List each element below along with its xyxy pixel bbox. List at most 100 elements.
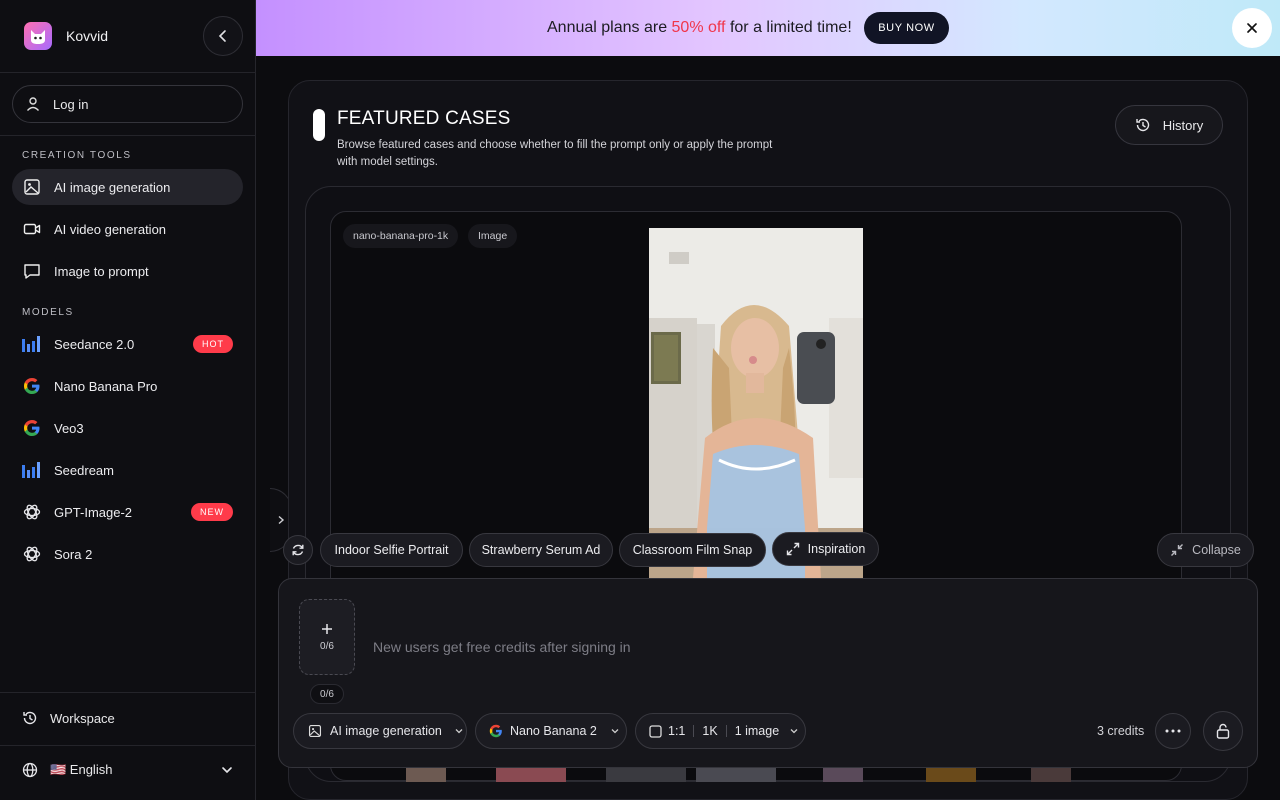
google-icon bbox=[489, 724, 502, 738]
sidebar-item-label: Image to prompt bbox=[54, 263, 149, 279]
openai-icon bbox=[22, 502, 42, 522]
sidebar-item-nano-banana-pro[interactable]: Nano Banana Pro bbox=[12, 368, 243, 404]
promo-text-start: Annual plans are bbox=[547, 19, 672, 36]
chat-icon bbox=[22, 261, 42, 281]
case-preview-image bbox=[649, 228, 863, 578]
case-chip-strawberry-serum[interactable]: Strawberry Serum Ad bbox=[469, 533, 613, 567]
hot-badge: HOT bbox=[193, 335, 233, 353]
sidebar-item-sora-2[interactable]: Sora 2 bbox=[12, 536, 243, 572]
history-icon bbox=[23, 711, 37, 725]
expand-icon bbox=[786, 542, 799, 556]
buy-now-button[interactable]: BUY NOW bbox=[864, 12, 949, 44]
collapse-button[interactable]: Collapse bbox=[1157, 533, 1254, 567]
sidebar-item-label: GPT-Image-2 bbox=[54, 504, 133, 520]
more-icon bbox=[1165, 729, 1181, 733]
workspace-label: Workspace bbox=[50, 710, 115, 726]
brand-name: Kovvid bbox=[66, 28, 109, 44]
collapse-icon bbox=[1171, 544, 1184, 556]
sidebar-item-veo3[interactable]: Veo3 bbox=[12, 410, 243, 446]
chevron-right-icon bbox=[278, 515, 284, 525]
cat-logo-icon bbox=[24, 22, 52, 50]
plus-icon bbox=[322, 623, 332, 634]
page-title: FEATURED CASES bbox=[337, 108, 511, 129]
language-selector[interactable]: 🇺🇸 English bbox=[22, 762, 234, 778]
chevron-left-icon bbox=[218, 30, 226, 42]
sidebar: Kovvid Log in CREATION TOOLS AI image ge… bbox=[0, 0, 256, 800]
login-button[interactable]: Log in bbox=[12, 85, 243, 123]
image-icon bbox=[22, 177, 42, 197]
divider bbox=[0, 692, 256, 693]
image-icon bbox=[308, 724, 322, 738]
model-tag: nano-banana-pro-1k bbox=[343, 224, 459, 248]
separator bbox=[693, 725, 695, 737]
prompt-input[interactable]: New users get free credits after signing… bbox=[373, 639, 631, 655]
chevron-down-icon bbox=[790, 729, 798, 734]
sidebar-item-label: Veo3 bbox=[54, 420, 84, 436]
chevron-down-icon bbox=[611, 729, 619, 734]
case-chip-classroom-film[interactable]: Classroom Film Snap bbox=[619, 533, 766, 567]
history-button[interactable]: History bbox=[1115, 105, 1223, 145]
title-accent-bar bbox=[313, 109, 325, 141]
generate-locked-button[interactable] bbox=[1203, 711, 1243, 751]
sidebar-item-image-to-prompt[interactable]: Image to prompt bbox=[12, 253, 243, 289]
sidebar-item-ai-video-generation[interactable]: AI video generation bbox=[12, 211, 243, 247]
model-selector[interactable]: Nano Banana 2 bbox=[475, 713, 627, 749]
sidebar-item-gpt-image-2[interactable]: GPT-Image-2 NEW bbox=[12, 494, 243, 530]
quantity-value: 1 image bbox=[734, 724, 780, 738]
video-icon bbox=[22, 219, 42, 239]
new-badge: NEW bbox=[191, 503, 233, 521]
close-banner-button[interactable] bbox=[1232, 8, 1272, 48]
collapse-sidebar-button[interactable] bbox=[203, 16, 243, 56]
user-icon bbox=[26, 97, 40, 111]
case-thumbnail-strip bbox=[306, 768, 1231, 782]
sidebar-item-label: Seedream bbox=[54, 462, 114, 478]
sidebar-item-ai-image-generation[interactable]: AI image generation bbox=[12, 169, 243, 205]
chevron-down-icon bbox=[222, 767, 232, 774]
bars-logo-icon bbox=[22, 460, 42, 480]
lock-icon bbox=[1216, 723, 1230, 739]
mode-label: AI image generation bbox=[330, 724, 442, 738]
page-description: Browse featured cases and choose whether… bbox=[337, 139, 773, 168]
resolution-value: 1K bbox=[702, 724, 718, 738]
login-label: Log in bbox=[53, 96, 89, 112]
upload-count: 0/6 bbox=[320, 640, 334, 652]
history-label: History bbox=[1162, 117, 1204, 133]
type-tag: Image bbox=[468, 224, 518, 248]
promo-text-end: for a limited time! bbox=[725, 19, 852, 36]
history-icon bbox=[1136, 118, 1149, 132]
chevron-down-icon bbox=[455, 729, 463, 734]
google-icon bbox=[22, 376, 42, 396]
sidebar-item-seedance[interactable]: Seedance 2.0 HOT bbox=[12, 326, 243, 362]
collapse-label: Collapse bbox=[1192, 543, 1241, 557]
promo-text: Annual plans are 50% off for a limited t… bbox=[547, 19, 852, 37]
creation-tools-title: CREATION TOOLS bbox=[22, 150, 132, 161]
brand[interactable]: Kovvid bbox=[24, 22, 108, 50]
output-settings-selector[interactable]: 1:1 1K 1 image bbox=[635, 713, 806, 749]
inspiration-button[interactable]: Inspiration bbox=[772, 532, 879, 566]
more-options-button[interactable] bbox=[1155, 713, 1191, 749]
google-icon bbox=[22, 418, 42, 438]
mode-selector[interactable]: AI image generation bbox=[293, 713, 467, 749]
sidebar-item-label: Nano Banana Pro bbox=[54, 378, 158, 394]
workspace-link[interactable]: Workspace bbox=[22, 710, 115, 726]
inspiration-label: Inspiration bbox=[807, 542, 866, 556]
promo-highlight: 50% off bbox=[671, 19, 726, 36]
case-chip-indoor-selfie[interactable]: Indoor Selfie Portrait bbox=[320, 533, 463, 567]
refresh-cases-button[interactable] bbox=[283, 535, 313, 565]
sidebar-item-label: Sora 2 bbox=[54, 546, 93, 562]
image-count-badge: 0/6 bbox=[310, 684, 344, 704]
models-title: MODELS bbox=[22, 307, 74, 318]
promo-banner: Annual plans are 50% off for a limited t… bbox=[256, 0, 1280, 56]
globe-icon bbox=[22, 762, 38, 778]
sidebar-item-seedream[interactable]: Seedream bbox=[12, 452, 243, 488]
bars-logo-icon bbox=[22, 334, 42, 354]
refresh-icon bbox=[292, 544, 304, 556]
aspect-ratio-icon bbox=[649, 724, 662, 738]
divider bbox=[0, 72, 256, 73]
divider bbox=[0, 135, 256, 136]
language-label: 🇺🇸 English bbox=[50, 762, 113, 777]
credits-cost: 3 credits bbox=[1097, 724, 1145, 738]
upload-image-button[interactable]: 0/6 bbox=[299, 599, 355, 675]
ratio-value: 1:1 bbox=[668, 724, 686, 738]
sidebar-item-label: Seedance 2.0 bbox=[54, 336, 135, 352]
